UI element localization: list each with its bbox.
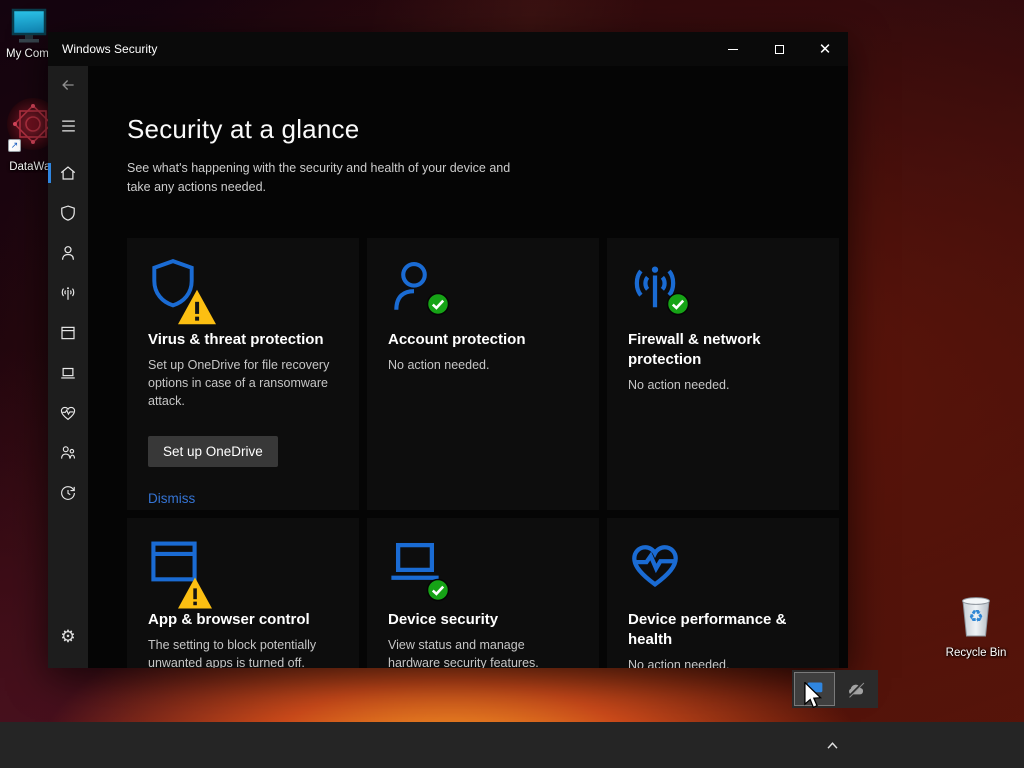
back-button[interactable] — [48, 71, 88, 99]
cloud-slash-icon — [847, 681, 864, 698]
settings-button[interactable]: ⚙ — [48, 623, 88, 651]
sidebar: ⚙ — [48, 66, 88, 668]
tile-title: Account protection — [388, 330, 526, 348]
window-title: Windows Security — [62, 42, 158, 56]
menu-button[interactable] — [48, 112, 88, 140]
user-icon — [388, 258, 452, 322]
desktop: My Computer ↗ DataWag — [0, 0, 1024, 768]
tile-firewall-network-protection[interactable]: Firewall & network protection No action … — [607, 237, 839, 510]
sidebar-item-firewall-network-protection[interactable] — [48, 279, 88, 307]
heart-pulse-icon — [60, 406, 76, 421]
page-subtitle: See what's happening with the security a… — [127, 161, 511, 195]
tile-grid: Virus & threat protection Set up OneDriv… — [127, 237, 848, 668]
desktop-icon-label: Recycle Bin — [945, 647, 1007, 659]
minimize-button[interactable] — [710, 32, 756, 66]
tile-description: No action needed. — [388, 358, 490, 372]
sidebar-item-app-browser-control[interactable] — [48, 319, 88, 347]
shortcut-arrow-icon: ↗ — [8, 139, 21, 152]
maximize-icon — [774, 44, 784, 54]
cloud-offline-button[interactable] — [836, 673, 875, 705]
check-badge-icon — [426, 292, 450, 316]
titlebar[interactable]: Windows Security ✕ — [48, 32, 848, 66]
close-icon: ✕ — [818, 40, 832, 58]
tile-description: Set up OneDrive for file recovery option… — [148, 358, 330, 409]
home-icon — [60, 166, 76, 180]
sidebar-item-home[interactable] — [48, 159, 88, 187]
history-clock-icon — [61, 486, 75, 500]
laptop-icon — [61, 367, 75, 379]
dismiss-link[interactable]: Dismiss — [148, 491, 195, 506]
check-badge-icon — [426, 578, 450, 602]
sidebar-item-protection-history[interactable] — [48, 479, 88, 507]
tile-device-performance-health[interactable]: Device performance & health No action ne… — [607, 517, 839, 668]
page-title: Security at a glance — [127, 114, 360, 144]
family-icon — [61, 446, 76, 459]
tile-title: Device security — [388, 610, 499, 628]
check-badge-icon — [666, 292, 690, 316]
hamburger-icon — [61, 120, 75, 132]
shield-icon — [61, 205, 75, 221]
tile-account-protection[interactable]: Account protection No action needed. — [367, 237, 599, 510]
sidebar-item-device-security[interactable] — [48, 359, 88, 387]
tile-virus-threat-protection[interactable]: Virus & threat protection Set up OneDriv… — [127, 237, 359, 510]
windows-security-window: Windows Security ✕ ⚙ Security at a glanc… — [48, 32, 848, 668]
selected-indicator — [48, 163, 51, 183]
browser-window-icon — [61, 326, 75, 340]
desktop-icon-recycle-bin[interactable]: ♻ Recycle Bin — [942, 592, 1010, 659]
tile-title: App & browser control — [148, 610, 310, 628]
recycle-bin-icon: ♻ — [954, 592, 998, 640]
minimize-icon — [728, 48, 738, 50]
window-controls: ✕ — [710, 32, 848, 66]
sidebar-item-device-performance-health[interactable] — [48, 399, 88, 427]
main-content: Security at a glance See what's happenin… — [88, 66, 848, 668]
wireless-icon — [628, 258, 692, 322]
tile-description: No action needed. — [628, 658, 730, 668]
sidebar-item-account-protection[interactable] — [48, 239, 88, 267]
laptop-icon — [388, 538, 452, 602]
user-icon — [62, 246, 74, 260]
gear-icon: ⚙ — [60, 627, 76, 647]
setup-onedrive-button[interactable]: Set up OneDrive — [148, 436, 278, 468]
browser-window-icon — [148, 538, 212, 609]
show-hidden-icons-button[interactable] — [818, 734, 846, 756]
taskbar[interactable] — [0, 722, 1024, 768]
back-arrow-icon — [62, 80, 74, 90]
tile-title: Device performance & health — [628, 610, 787, 648]
warning-badge-icon — [176, 288, 218, 326]
sidebar-item-virus-threat-protection[interactable] — [48, 199, 88, 227]
tile-description: No action needed. — [628, 378, 730, 393]
chevron-up-icon — [826, 741, 838, 749]
close-button[interactable]: ✕ — [802, 32, 848, 66]
wireless-icon — [61, 287, 75, 300]
mouse-cursor — [803, 682, 823, 710]
tile-description: View status and manage hardware security… — [388, 638, 539, 668]
maximize-button[interactable] — [756, 32, 802, 66]
sidebar-item-family-options[interactable] — [48, 439, 88, 467]
tile-device-security[interactable]: Device security View status and manage h… — [367, 517, 599, 668]
tile-description: The setting to block potentially unwante… — [148, 638, 317, 668]
tile-title: Virus & threat protection — [148, 330, 324, 348]
tile-app-browser-control[interactable]: App & browser control The setting to blo… — [127, 517, 359, 668]
warning-badge-icon — [176, 576, 214, 610]
shield-icon — [148, 258, 216, 325]
heart-pulse-icon — [628, 538, 692, 602]
tile-title: Firewall & network protection — [628, 330, 761, 368]
